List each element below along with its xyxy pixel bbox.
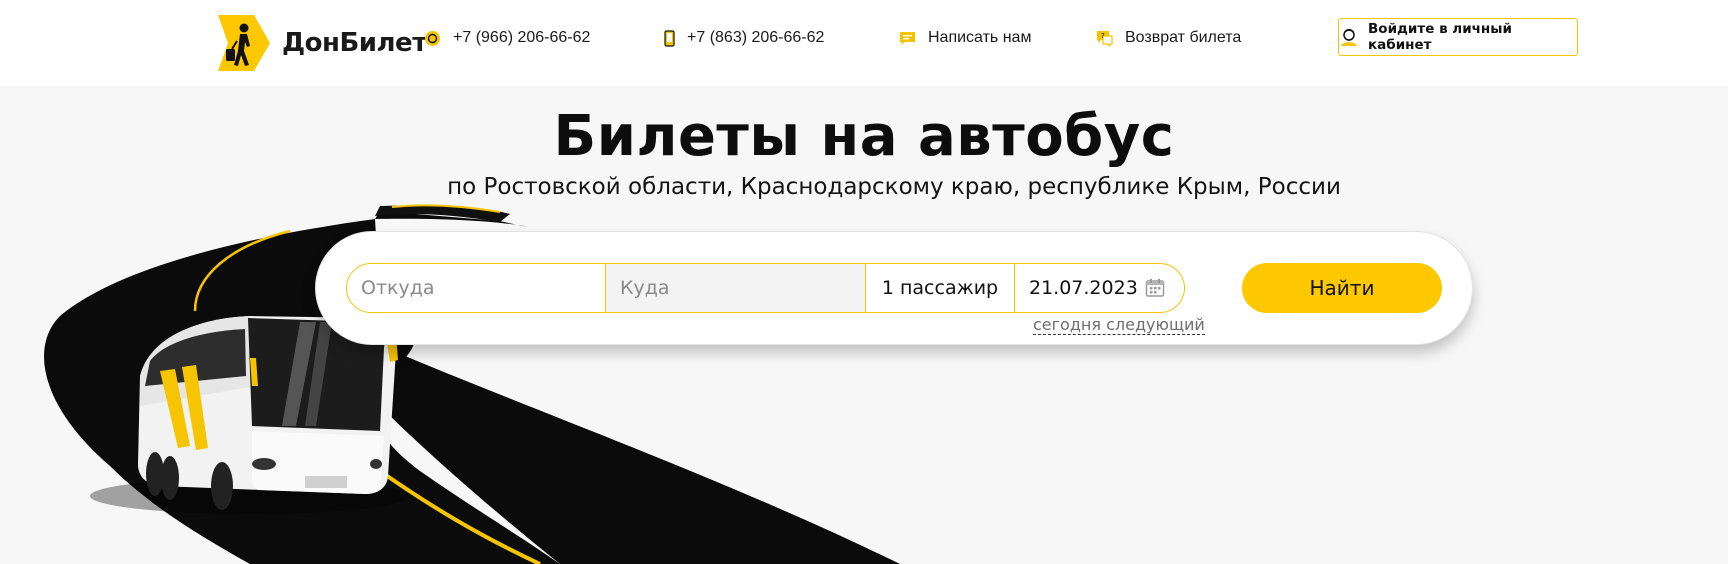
return-ticket-icon: ? <box>1096 30 1113 46</box>
to-input[interactable] <box>606 264 865 312</box>
passengers-select[interactable]: 1 пассажир <box>866 264 1015 312</box>
contact-viber-phone[interactable]: +7 (966) 206-66-62 <box>424 27 590 49</box>
svg-text:?: ? <box>1101 32 1105 40</box>
contact-return-ticket[interactable]: ? Возврат билета <box>1096 27 1241 49</box>
page-subtitle: по Ростовской области, Краснодарскому кр… <box>447 174 1341 200</box>
search-form: 1 пассажир 21.07.2023 <box>346 263 1185 313</box>
chat-icon <box>899 31 916 46</box>
phone-icon <box>664 29 675 47</box>
contact-label: Написать нам <box>928 29 1032 46</box>
from-input[interactable] <box>347 264 605 312</box>
contact-write-us[interactable]: Написать нам <box>899 27 1031 49</box>
search-submit-label: Найти <box>1309 276 1375 300</box>
page-title: Билеты на автобус <box>553 104 1175 169</box>
logo-walker-icon <box>218 15 270 71</box>
from-field[interactable] <box>347 264 606 312</box>
passengers-value: 1 пассажир <box>881 277 999 299</box>
contact-label: +7 (863) 206-66-62 <box>687 29 825 46</box>
contact-phone[interactable]: +7 (863) 206-66-62 <box>664 27 824 49</box>
logo-text: ДонБилет <box>282 28 427 58</box>
login-button[interactable]: Войдите в личный кабинет <box>1338 18 1578 56</box>
site-header: ДонБилет +7 (966) 206-66-62 +7 (863) 206… <box>0 0 1728 86</box>
calendar-icon[interactable] <box>1145 278 1165 298</box>
contact-label: +7 (966) 206-66-62 <box>453 29 591 46</box>
site-logo[interactable]: ДонБилет <box>214 15 427 71</box>
to-field[interactable] <box>606 264 866 312</box>
login-label: Войдите в личный кабинет <box>1368 21 1512 53</box>
quick-date-links[interactable]: сегодня следующий <box>1033 315 1205 335</box>
date-value: 21.07.2023 <box>1029 277 1138 299</box>
user-avatar-icon <box>1339 27 1359 47</box>
date-picker[interactable]: 21.07.2023 <box>1015 264 1183 312</box>
quick-date-label[interactable]: сегодня следующий <box>1033 315 1205 334</box>
viber-icon <box>424 30 441 47</box>
contact-label: Возврат билета <box>1125 29 1242 46</box>
search-submit-button[interactable]: Найти <box>1242 263 1442 313</box>
